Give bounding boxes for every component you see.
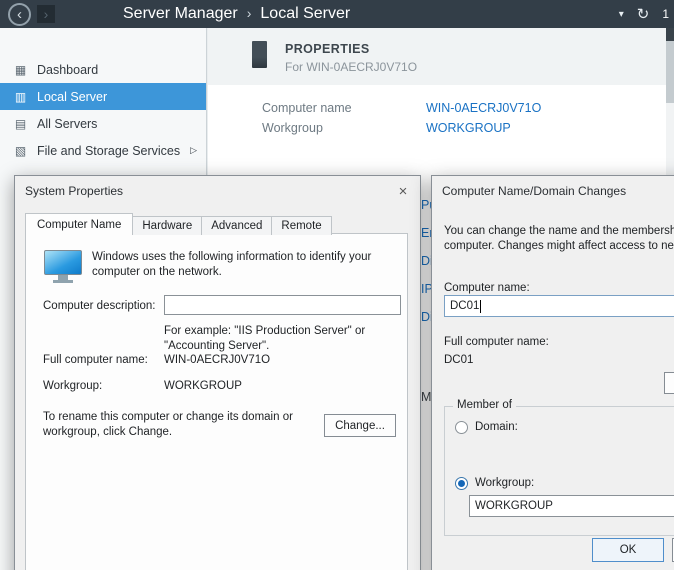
intro-text: Windows uses the following information t… [92, 250, 396, 280]
forward-button[interactable]: › [37, 5, 55, 23]
property-label: Computer name [262, 101, 352, 115]
ok-button[interactable]: OK [592, 538, 664, 562]
storage-icon: ▧ [13, 144, 28, 158]
properties-server-icon [252, 41, 267, 68]
properties-title: PROPERTIES [285, 42, 370, 56]
tab-strip: Computer Name Hardware Advanced Remote [25, 213, 331, 235]
tab-advanced[interactable]: Advanced [201, 216, 272, 235]
workgroup-input[interactable]: WORKGROUP [469, 495, 674, 517]
breadcrumb-section: Local Server [260, 5, 350, 23]
change-button[interactable]: Change... [324, 414, 396, 437]
workgroup-link[interactable]: WORKGROUP [426, 121, 511, 135]
breadcrumb-separator: › [247, 5, 252, 21]
member-of-groupbox: Member of Domain: Workgroup: WORKGROUP [444, 406, 674, 536]
computer-name-input-value: DC01 [450, 300, 479, 312]
sidebar-item-label: All Servers [37, 117, 97, 131]
member-of-label: Member of [453, 399, 516, 411]
dashboard-icon: ▦ [13, 63, 28, 77]
computer-name-link[interactable]: WIN-0AECRJ0V71O [426, 101, 541, 115]
close-icon[interactable]: × [386, 176, 420, 206]
workgroup-radio[interactable] [455, 477, 468, 490]
sidebar-item-file-storage-services[interactable]: ▧ File and Storage Services ▷ [0, 137, 206, 164]
dialog-title: System Properties [25, 184, 123, 198]
computer-name-label: Computer name: [444, 282, 530, 294]
more-button-clipped[interactable] [664, 372, 674, 394]
workgroup-input-value: WORKGROUP [475, 500, 553, 512]
workgroup-value: WORKGROUP [164, 380, 242, 392]
dialog-titlebar: System Properties × [15, 176, 420, 206]
properties-header: PROPERTIES For WIN-0AECRJ0V71O [208, 28, 674, 85]
sidebar-item-label: Dashboard [37, 63, 98, 77]
computer-name-domain-changes-dialog: Computer Name/Domain Changes You can cha… [431, 175, 674, 570]
description-example-text: For example: "IIS Production Server" or … [164, 324, 365, 354]
tab-computer-name[interactable]: Computer Name [25, 213, 133, 235]
computer-name-input[interactable]: DC01 [444, 295, 674, 317]
property-label: Workgroup [262, 121, 323, 135]
refresh-icon[interactable]: ↻ [637, 5, 650, 23]
back-icon: ‹ [17, 7, 22, 22]
breadcrumb: Server Manager › Local Server [123, 5, 350, 23]
clipped-property-value: M [421, 390, 431, 404]
rename-hint-text: To rename this computer or change its do… [43, 410, 309, 440]
server-icon: ▥ [13, 90, 28, 104]
workgroup-radio-label: Workgroup: [475, 477, 534, 489]
full-computer-name-value: DC01 [444, 354, 473, 366]
workgroup-label: Workgroup: [43, 380, 102, 392]
dialog-title: Computer Name/Domain Changes [442, 184, 626, 198]
computer-description-label: Computer description: [43, 300, 156, 312]
sidebar-item-label: File and Storage Services [37, 144, 180, 158]
domain-radio[interactable] [455, 421, 468, 434]
properties-subtitle: For WIN-0AECRJ0V71O [285, 60, 417, 74]
dialog-titlebar: Computer Name/Domain Changes [432, 176, 674, 206]
notification-count[interactable]: 1 [662, 7, 669, 21]
domain-radio-label: Domain: [475, 421, 518, 433]
sidebar-item-dashboard[interactable]: ▦ Dashboard [0, 56, 206, 83]
computer-description-input[interactable] [164, 295, 401, 315]
monitor-icon [44, 250, 84, 286]
scrollbar-top-cap [666, 28, 674, 41]
description-example-line1: For example: "IIS Production Server" or [164, 324, 365, 339]
tab-page-computer-name: Windows uses the following information t… [25, 233, 408, 570]
server-manager-window: ‹ › Server Manager › Local Server ▾ ↻ 1 … [0, 0, 674, 570]
tab-remote[interactable]: Remote [271, 216, 331, 235]
scrollbar-thumb[interactable] [666, 41, 674, 103]
sidebar-item-label: Local Server [37, 90, 107, 104]
titlebar: ‹ › Server Manager › Local Server ▾ ↻ 1 [0, 0, 674, 28]
full-computer-name-label: Full computer name: [43, 354, 148, 366]
intro-line2: computer. Changes might affect access to… [444, 239, 674, 254]
system-properties-dialog: System Properties × Computer Name Hardwa… [14, 175, 421, 570]
full-computer-name-value: WIN-0AECRJ0V71O [164, 354, 270, 366]
intro-text: You can change the name and the membersh… [444, 224, 674, 254]
forward-icon: › [44, 7, 49, 21]
intro-line1: You can change the name and the membersh… [444, 224, 674, 239]
tab-hardware[interactable]: Hardware [132, 216, 202, 235]
sidebar-item-local-server[interactable]: ▥ Local Server [0, 83, 206, 110]
caret-down-icon[interactable]: ▾ [619, 9, 624, 20]
servers-icon: ▤ [13, 117, 28, 131]
full-computer-name-label: Full computer name: [444, 336, 549, 348]
text-cursor [480, 300, 481, 313]
titlebar-actions: ▾ ↻ 1 [619, 5, 669, 23]
sidebar-item-all-servers[interactable]: ▤ All Servers [0, 110, 206, 137]
chevron-expand-icon: ▷ [190, 145, 197, 156]
description-example-line2: "Accounting Server". [164, 339, 365, 354]
app-title: Server Manager [123, 5, 238, 23]
back-button[interactable]: ‹ [8, 3, 31, 26]
